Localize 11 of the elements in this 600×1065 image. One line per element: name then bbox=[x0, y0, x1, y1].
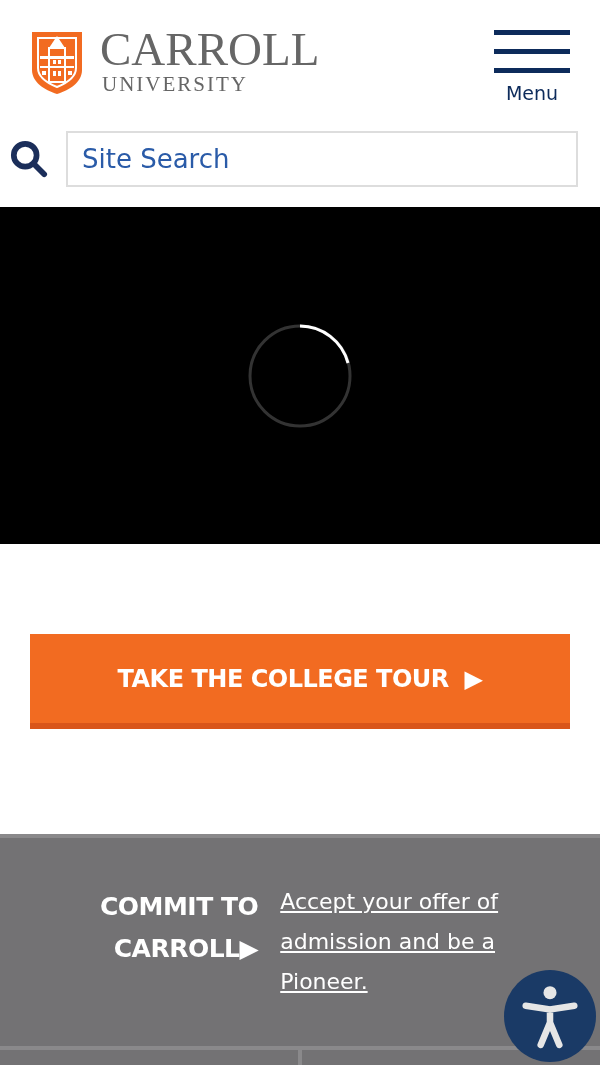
menu-button[interactable]: Menu bbox=[494, 30, 570, 104]
accept-offer-link[interactable]: Accept your offer of admission and be a Pioneer. bbox=[280, 882, 531, 1002]
menu-icon bbox=[494, 30, 570, 74]
search-icon[interactable] bbox=[10, 140, 48, 178]
search-field[interactable]: Site Search bbox=[66, 131, 578, 187]
logo-name: CARROLL bbox=[100, 26, 320, 72]
shield-logo-icon[interactable] bbox=[30, 30, 84, 96]
college-tour-button[interactable]: TAKE THE COLLEGE TOUR ▶ bbox=[30, 634, 570, 729]
commit-heading-link[interactable]: COMMIT TO CARROLL▶ bbox=[100, 886, 259, 1002]
logo-subtitle: UNIVERSITY bbox=[102, 72, 249, 96]
person-icon bbox=[522, 983, 578, 1049]
